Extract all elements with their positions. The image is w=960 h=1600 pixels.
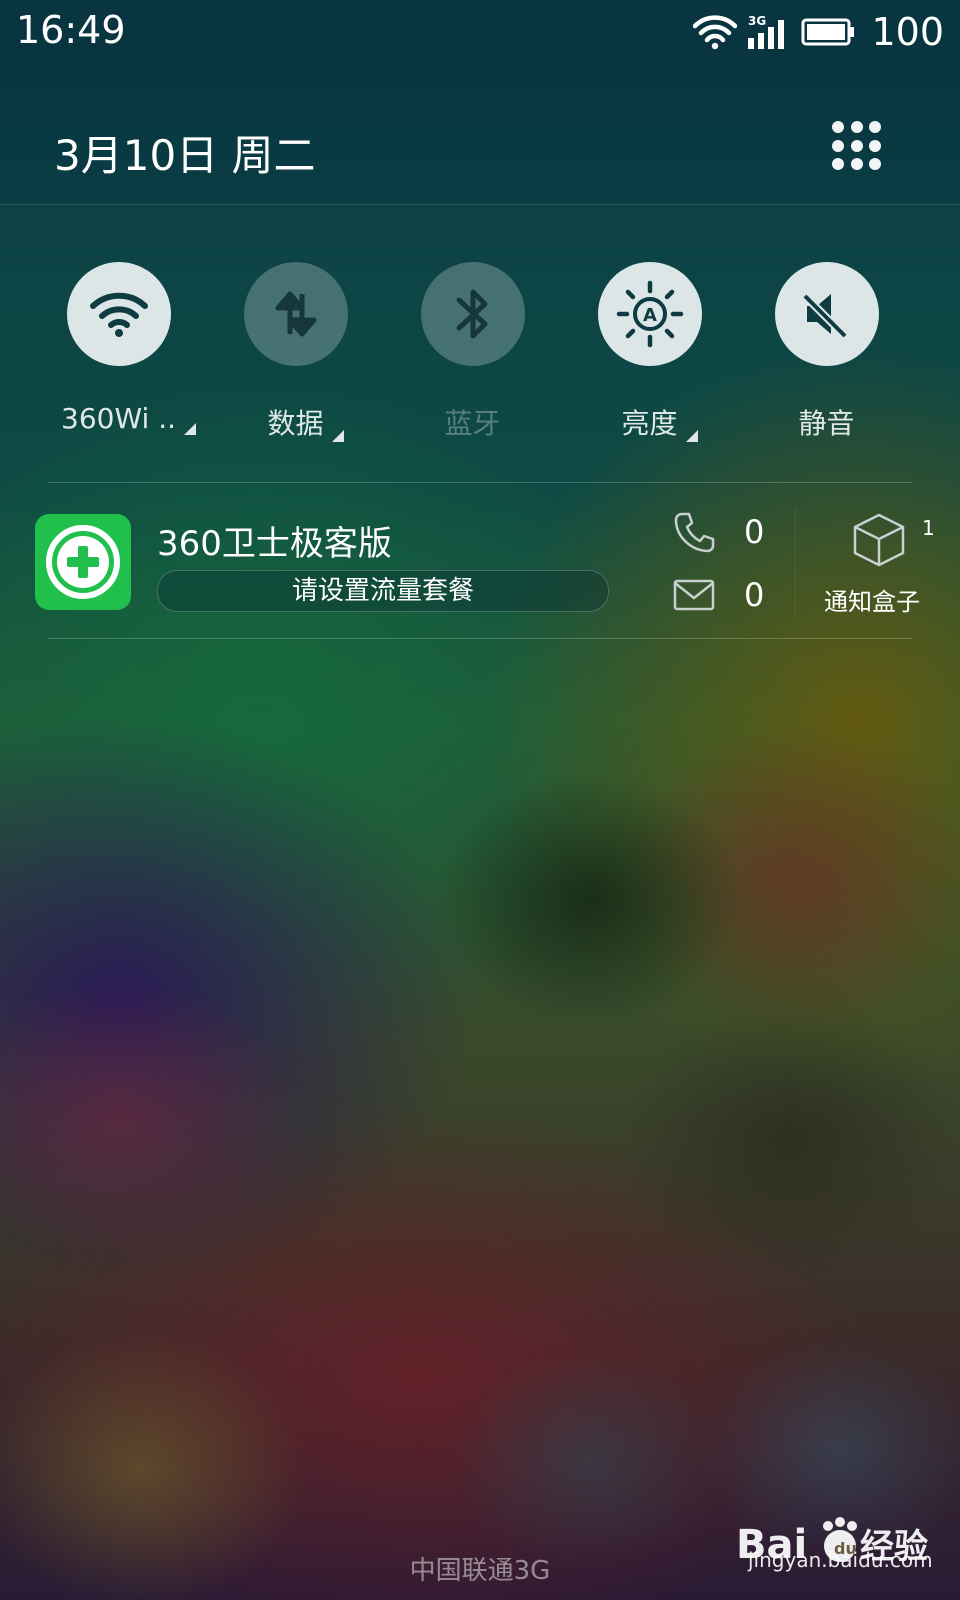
toggle-wifi-label: 360Wi ..: [61, 402, 196, 435]
status-icons: 3G 100: [693, 8, 944, 56]
toggle-mute-button[interactable]: [774, 262, 879, 366]
toggle-bluetooth[interactable]: 蓝牙: [384, 262, 561, 442]
data-transfer-icon: [275, 291, 316, 337]
dot: [869, 139, 882, 152]
toggle-mobile-data[interactable]: 数据: [207, 262, 384, 442]
dot: [869, 158, 882, 171]
dot: [850, 139, 863, 152]
baidu-jingyan-watermark: Bai du 经验: [736, 1517, 928, 1568]
apps-grid-button[interactable]: [832, 121, 882, 171]
dot: [832, 139, 844, 152]
app-icon-360[interactable]: [35, 514, 131, 610]
messages-stat[interactable]: 0: [672, 576, 764, 614]
missed-calls-stat[interactable]: 0: [672, 510, 764, 554]
toggle-brightness-label: 亮度: [621, 402, 698, 442]
cell-signal-icon: 3G: [748, 14, 785, 49]
dot: [869, 121, 882, 133]
phone-icon: [674, 512, 715, 553]
mail-icon: [673, 579, 715, 611]
toggle-brightness[interactable]: A 亮度: [561, 262, 738, 442]
toggle-data-label: 数据: [267, 402, 344, 442]
dot: [832, 121, 844, 133]
menu-caret-icon[interactable]: [184, 423, 196, 435]
toggle-wifi-button[interactable]: [66, 262, 171, 366]
set-data-plan-button[interactable]: 请设置流量套餐: [157, 570, 609, 612]
wifi-signal-icon: [693, 15, 738, 50]
messages-count: 0: [744, 576, 765, 614]
mute-icon: [801, 293, 848, 339]
quick-settings-toggles: 360Wi .. 数据 蓝牙 A 亮度 静音: [30, 262, 930, 442]
toggle-brightness-button[interactable]: A: [597, 262, 702, 366]
dot: [850, 158, 863, 171]
status-bar: 16:49 3G 100: [0, 0, 960, 64]
battery-icon: [801, 18, 855, 46]
toggle-bluetooth-button[interactable]: [420, 262, 525, 366]
clock: 16:49: [16, 8, 126, 52]
date-label: 3月10日 周二: [54, 131, 316, 180]
battery-percent: 100: [871, 10, 944, 54]
bluetooth-icon: [456, 289, 487, 339]
app-title: 360卫士极客版: [157, 524, 392, 564]
notification-shade-header: 3月10日 周二: [0, 64, 960, 205]
plus-shield-icon: [46, 525, 120, 599]
wifi-icon: [89, 292, 148, 337]
toggle-mute-label: 静音: [798, 407, 855, 440]
toggle-mute[interactable]: 静音: [738, 262, 915, 442]
svg-text:A: A: [643, 305, 657, 326]
menu-caret-icon[interactable]: [685, 430, 698, 442]
dot: [850, 121, 863, 133]
brightness-auto-icon: A: [616, 280, 683, 348]
notification-box-count: 1: [922, 516, 935, 540]
watermark-url: jingyan.baidu.com: [748, 1548, 933, 1572]
toggle-wifi[interactable]: 360Wi ..: [30, 262, 207, 435]
notification-box-label[interactable]: 通知盒子: [824, 582, 920, 617]
network-type-label: 3G: [748, 14, 766, 28]
divider: [48, 638, 912, 639]
missed-calls-count: 0: [744, 513, 765, 551]
dot: [832, 158, 844, 171]
cube-box-icon[interactable]: [852, 512, 906, 568]
notification-360-security[interactable]: 360卫士极客版 请设置流量套餐 0 0 1 通知盒子: [0, 482, 960, 638]
menu-caret-icon[interactable]: [331, 430, 344, 442]
toggle-data-button[interactable]: [243, 262, 348, 366]
vertical-divider: [795, 506, 796, 616]
toggle-bluetooth-label: 蓝牙: [444, 407, 501, 440]
